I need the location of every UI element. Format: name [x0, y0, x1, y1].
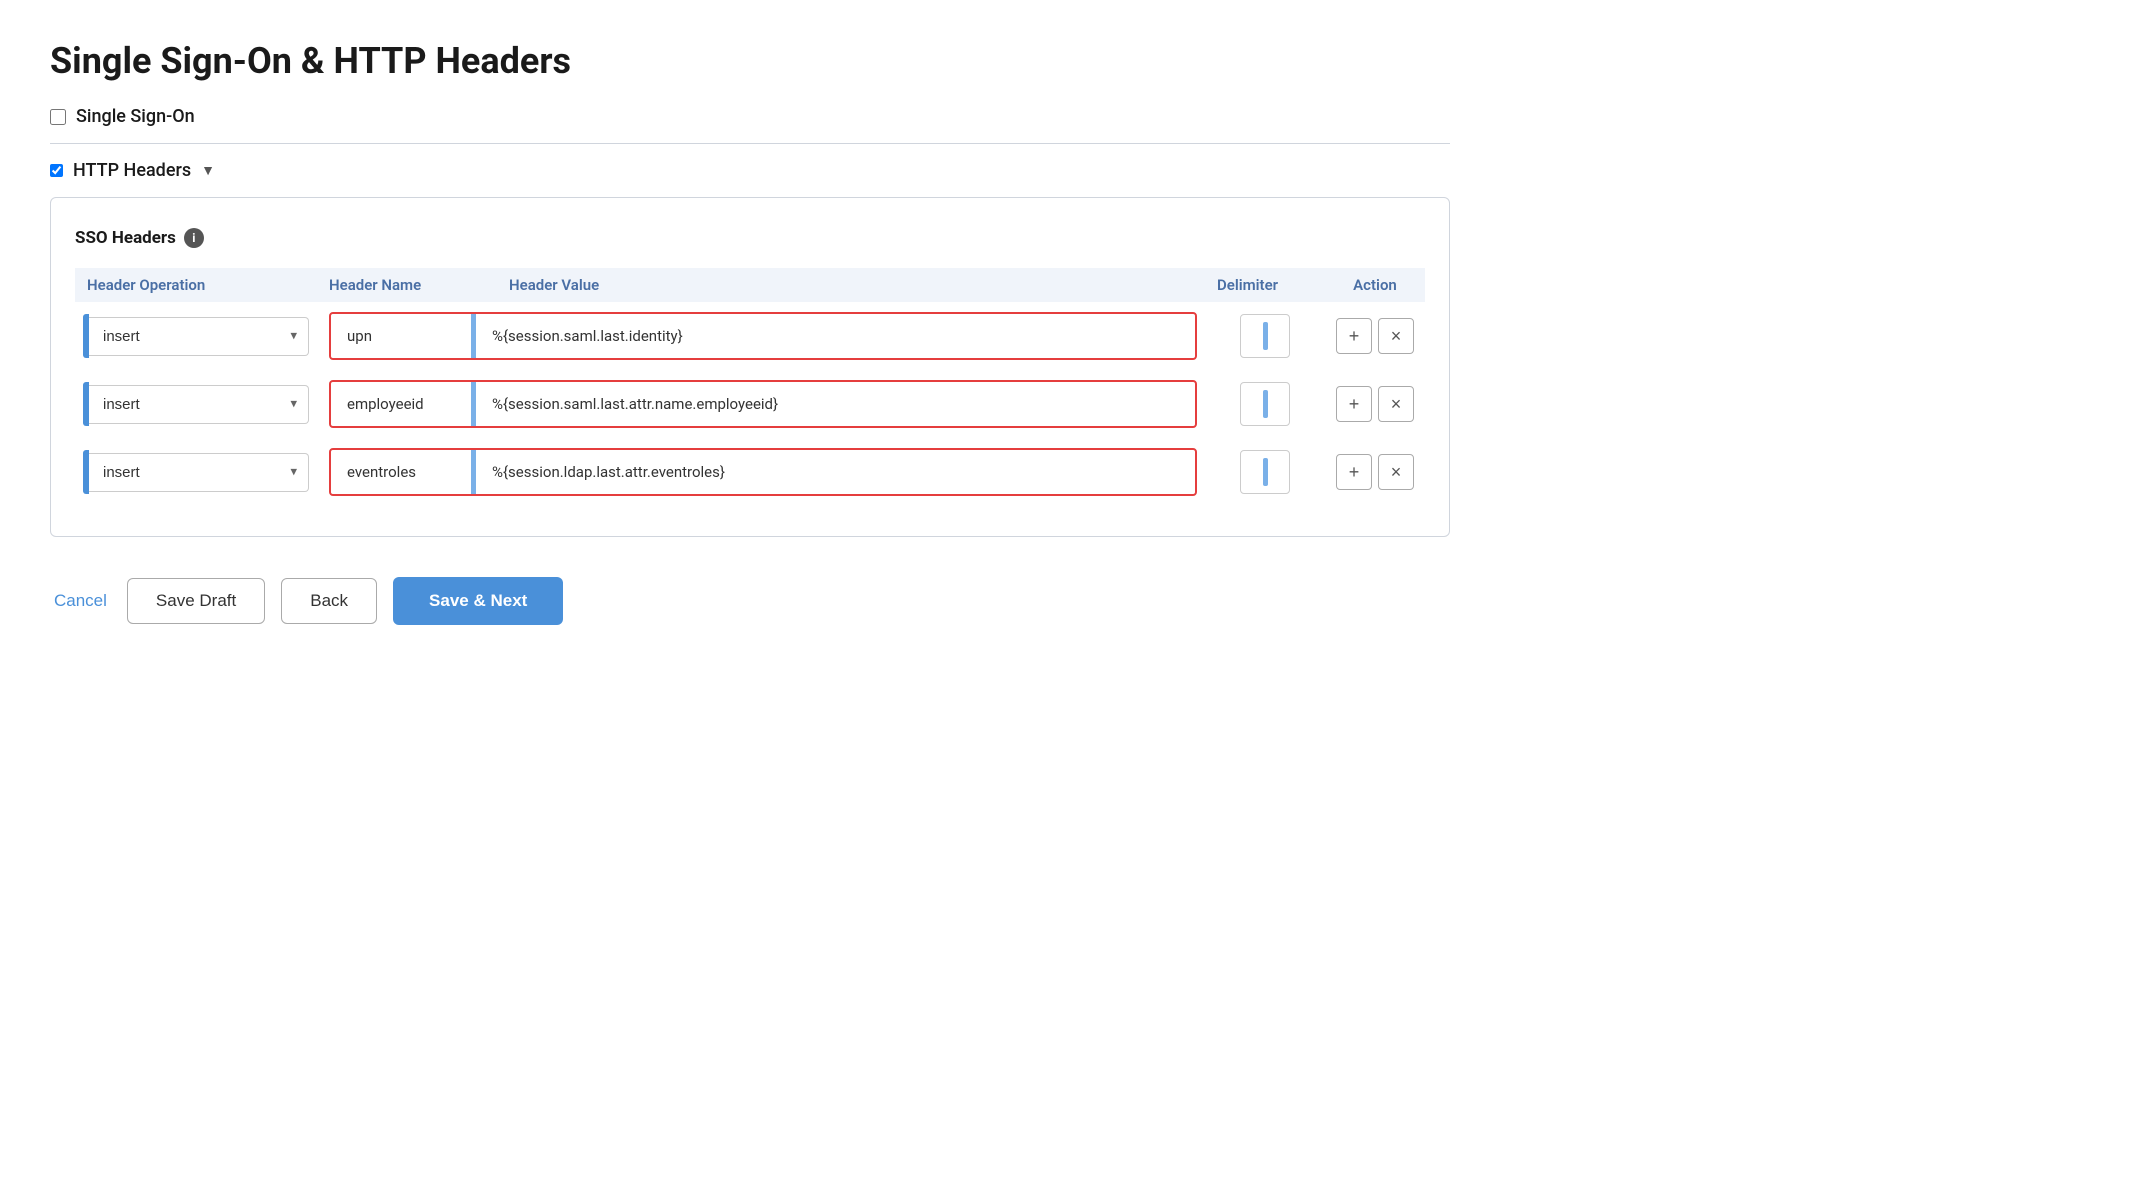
sso-label: Single Sign-On — [76, 106, 195, 127]
table-row: insertreplacedeleteadd ▾ eventroles %{se… — [75, 438, 1425, 506]
remove-row-button[interactable]: × — [1378, 318, 1414, 354]
header-name-3: eventroles — [331, 463, 471, 481]
headers-table: Header Operation Header Name Header Valu… — [75, 268, 1425, 506]
col-header-value: Header Value — [497, 268, 1205, 302]
save-draft-button[interactable]: Save Draft — [127, 578, 265, 624]
delimiter-box — [1240, 382, 1290, 426]
delimiter-box — [1240, 314, 1290, 358]
operation-select[interactable]: insertreplacedeleteadd — [89, 385, 309, 424]
page-title: Single Sign-On & HTTP Headers — [50, 40, 1450, 82]
delimiter-bar — [1263, 458, 1268, 486]
table-row: insertreplacedeleteadd ▾ upn %{session.s… — [75, 302, 1425, 370]
delimiter-cell — [1205, 370, 1325, 438]
col-header-name: Header Name — [317, 268, 497, 302]
operation-cell: insertreplacedeleteadd ▾ — [75, 302, 317, 370]
highlighted-row-1: upn %{session.saml.last.identity} — [329, 312, 1197, 360]
table-header: Header Operation Header Name Header Valu… — [75, 268, 1425, 302]
highlighted-row-3: eventroles %{session.ldap.last.attr.even… — [329, 448, 1197, 496]
operation-select-wrapper: insertreplacedeleteadd ▾ — [83, 382, 309, 426]
header-name-2: employeeid — [331, 395, 471, 413]
name-value-cell: upn %{session.saml.last.identity} — [317, 302, 1205, 370]
highlighted-row-2: employeeid %{session.saml.last.attr.name… — [329, 380, 1197, 428]
header-value-3: %{session.ldap.last.attr.eventroles} — [476, 463, 1195, 481]
action-buttons: + × — [1333, 386, 1417, 422]
delimiter-box — [1240, 450, 1290, 494]
add-row-button[interactable]: + — [1336, 318, 1372, 354]
save-next-button[interactable]: Save & Next — [393, 577, 563, 625]
col-header-delimiter: Delimiter — [1205, 268, 1325, 302]
delimiter-cell — [1205, 302, 1325, 370]
http-headers-dropdown-arrow[interactable]: ▼ — [201, 162, 215, 179]
table-body: insertreplacedeleteadd ▾ upn %{session.s… — [75, 302, 1425, 506]
action-cell: + × — [1325, 438, 1425, 506]
sso-headers-label: SSO Headers — [75, 228, 176, 248]
name-value-cell: eventroles %{session.ldap.last.attr.even… — [317, 438, 1205, 506]
name-value-cell: employeeid %{session.saml.last.attr.name… — [317, 370, 1205, 438]
header-value-2: %{session.saml.last.attr.name.employeeid… — [476, 395, 1195, 413]
http-section-box: SSO Headers i Header Operation Header Na… — [50, 197, 1450, 537]
back-button[interactable]: Back — [281, 578, 377, 624]
remove-row-button[interactable]: × — [1378, 386, 1414, 422]
action-buttons: + × — [1333, 318, 1417, 354]
action-cell: + × — [1325, 302, 1425, 370]
delimiter-bar — [1263, 390, 1268, 418]
delimiter-cell — [1205, 438, 1325, 506]
header-name-1: upn — [331, 327, 471, 345]
sso-checkbox[interactable] — [50, 109, 66, 125]
operation-select[interactable]: insertreplacedeleteadd — [89, 317, 309, 356]
http-headers-label: HTTP Headers — [73, 160, 191, 181]
col-header-operation: Header Operation — [75, 268, 317, 302]
operation-cell: insertreplacedeleteadd ▾ — [75, 438, 317, 506]
header-value-1: %{session.saml.last.identity} — [476, 327, 1195, 345]
http-headers-checkbox[interactable] — [50, 164, 63, 177]
action-buttons: + × — [1333, 454, 1417, 490]
action-cell: + × — [1325, 370, 1425, 438]
section-divider — [50, 143, 1450, 144]
add-row-button[interactable]: + — [1336, 454, 1372, 490]
operation-cell: insertreplacedeleteadd ▾ — [75, 370, 317, 438]
info-icon[interactable]: i — [184, 228, 204, 248]
delimiter-bar — [1263, 322, 1268, 350]
operation-select-wrapper: insertreplacedeleteadd ▾ — [83, 314, 309, 358]
col-header-action: Action — [1325, 268, 1425, 302]
table-row: insertreplacedeleteadd ▾ employeeid %{se… — [75, 370, 1425, 438]
operation-select[interactable]: insertreplacedeleteadd — [89, 453, 309, 492]
operation-select-wrapper: insertreplacedeleteadd ▾ — [83, 450, 309, 494]
sso-headers-title: SSO Headers i — [75, 228, 1425, 248]
footer-buttons: Cancel Save Draft Back Save & Next — [50, 577, 1450, 625]
cancel-button[interactable]: Cancel — [50, 581, 111, 621]
add-row-button[interactable]: + — [1336, 386, 1372, 422]
remove-row-button[interactable]: × — [1378, 454, 1414, 490]
